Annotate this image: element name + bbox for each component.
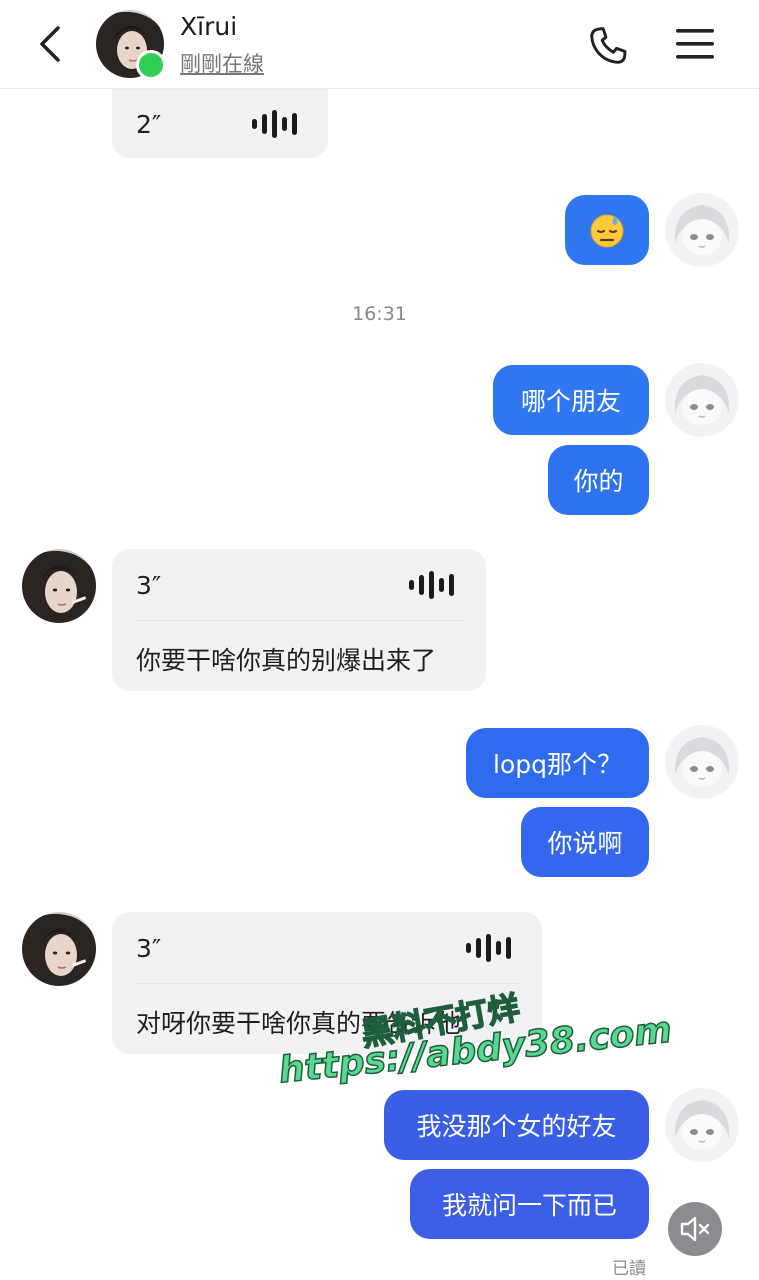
divider (134, 620, 464, 621)
my-avatar[interactable] (665, 725, 739, 799)
my-avatar[interactable] (665, 193, 739, 267)
contact-avatar[interactable] (22, 912, 96, 986)
voice-duration: 3″ (136, 571, 162, 600)
voice-duration: 2″ (136, 110, 162, 139)
mute-toggle-button[interactable] (668, 1202, 722, 1256)
contact-name[interactable]: Xīrui (180, 12, 237, 41)
phone-icon (590, 27, 627, 64)
audio-waveform-icon (466, 934, 511, 962)
outgoing-message[interactable]: 你说啊 (521, 807, 649, 877)
read-receipt: 已讀 (612, 1259, 646, 1279)
hamburger-menu-icon (676, 29, 714, 59)
timestamp-divider: 16:31 (352, 303, 407, 325)
voice-message[interactable]: 2″ (112, 86, 328, 158)
voice-duration: 3″ (136, 934, 162, 963)
contact-avatar[interactable] (22, 549, 96, 623)
online-indicator (136, 50, 166, 80)
outgoing-message[interactable] (565, 195, 649, 265)
speaker-muted-icon (680, 1216, 710, 1242)
chat-menu-button[interactable] (674, 26, 716, 62)
online-status: 剛剛在線 (180, 52, 264, 76)
voice-call-button[interactable] (586, 24, 630, 68)
chevron-left-icon (40, 26, 60, 62)
chat-header: Xīrui 剛剛在線 (0, 0, 759, 89)
voice-transcript: 你要干啥你真的别爆出来了 (136, 646, 437, 675)
outgoing-message[interactable]: 哪个朋友 (493, 365, 649, 435)
back-button[interactable] (34, 24, 70, 64)
outgoing-message[interactable]: lopq那个？ (466, 728, 649, 798)
outgoing-message[interactable]: 我没那个女的好友 (384, 1090, 649, 1160)
voice-message[interactable]: 3″ 你要干啥你真的别爆出来了 (112, 549, 486, 691)
audio-waveform-icon (252, 110, 297, 138)
divider (134, 983, 520, 984)
sweat-face-emoji-icon (590, 214, 624, 248)
outgoing-message[interactable]: 你的 (548, 445, 649, 515)
outgoing-message[interactable]: 我就问一下而已 (410, 1169, 649, 1239)
my-avatar[interactable] (665, 1088, 739, 1162)
my-avatar[interactable] (665, 363, 739, 437)
audio-waveform-icon (409, 571, 454, 599)
